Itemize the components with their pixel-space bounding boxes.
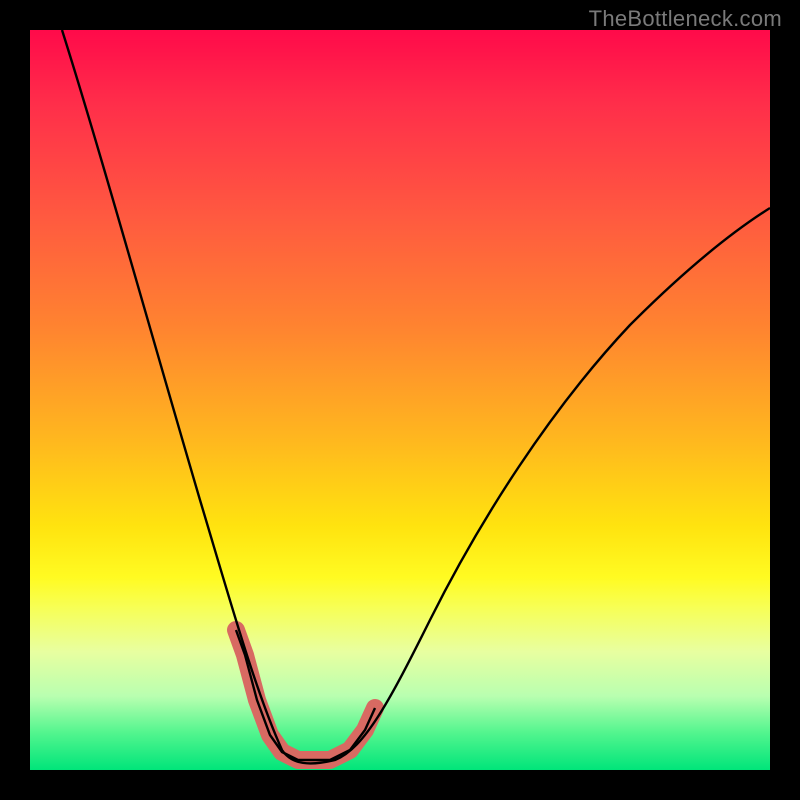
bottleneck-curve [62,30,770,763]
chart-frame: TheBottleneck.com [0,0,800,800]
plot-area [30,30,770,770]
curve-layer [30,30,770,770]
watermark-text: TheBottleneck.com [589,6,782,32]
